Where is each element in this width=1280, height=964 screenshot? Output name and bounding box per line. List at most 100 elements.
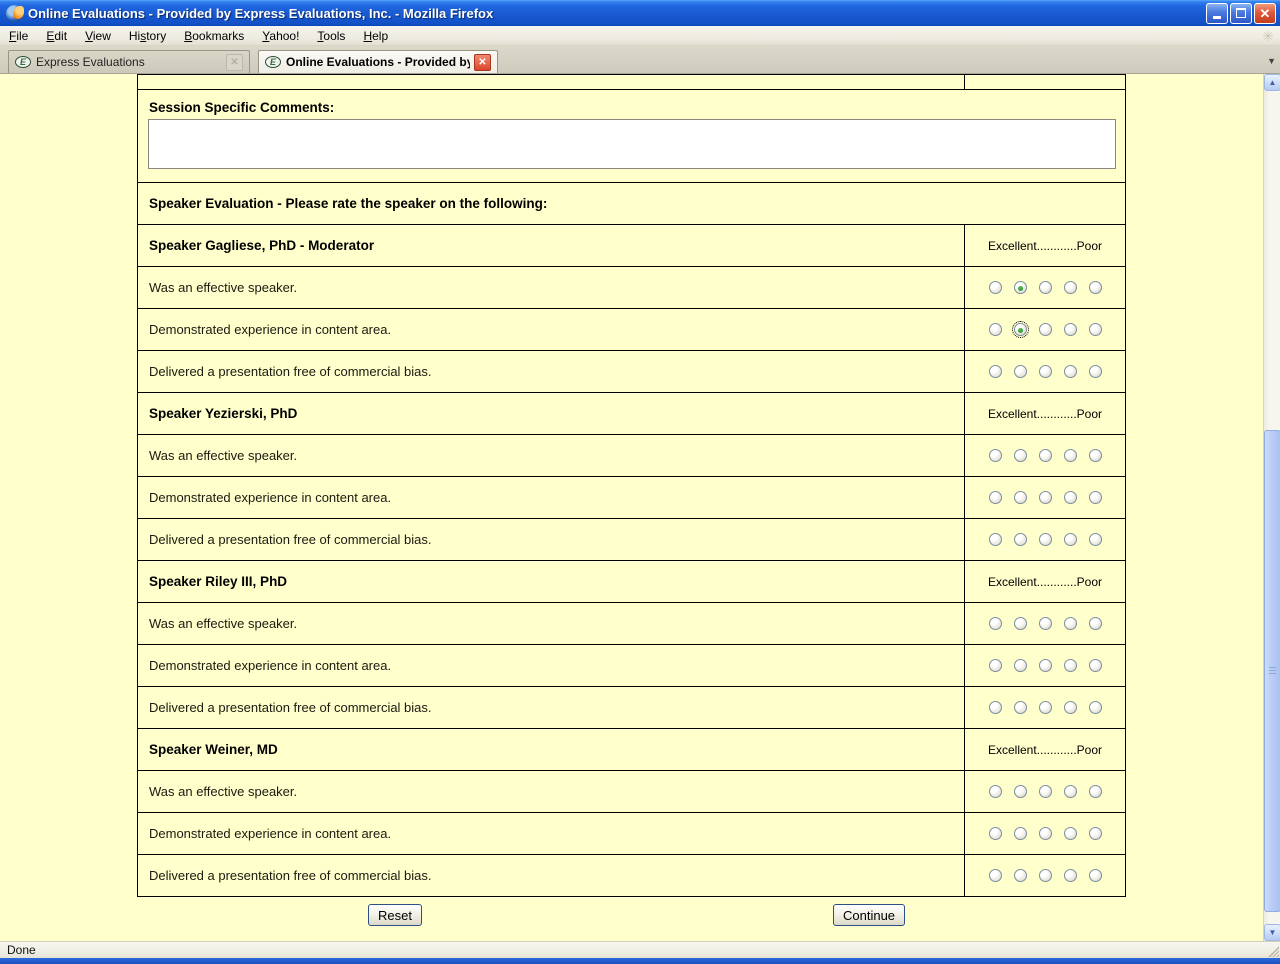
rating-radio[interactable]	[1039, 449, 1052, 462]
speaker-header-row: Speaker Weiner, MD Excellent............…	[138, 729, 1126, 771]
rating-radio[interactable]	[1014, 491, 1027, 504]
rating-radio[interactable]	[1064, 659, 1077, 672]
menu-item-help[interactable]: Help	[354, 27, 397, 45]
rating-radio[interactable]	[1039, 785, 1052, 798]
rating-radio[interactable]	[1089, 785, 1102, 798]
menu-item-history[interactable]: History	[120, 27, 175, 45]
minimize-button[interactable]	[1206, 3, 1228, 24]
rating-radio[interactable]	[1039, 869, 1052, 882]
rating-radio[interactable]	[1064, 281, 1077, 294]
tab-list-dropdown-icon[interactable]: ▼	[1267, 56, 1276, 66]
reset-button[interactable]: Reset	[368, 904, 422, 926]
vertical-scrollbar[interactable]: ▲ ▼	[1263, 74, 1280, 941]
rating-radio[interactable]	[1064, 491, 1077, 504]
radio-group	[965, 323, 1125, 336]
rating-radio[interactable]	[989, 617, 1002, 630]
scroll-up-icon[interactable]: ▲	[1264, 74, 1280, 91]
rating-radio[interactable]	[1089, 281, 1102, 294]
rating-radio[interactable]	[1014, 659, 1027, 672]
tab-online-evaluations[interactable]: E Online Evaluations - Provided by ... ✕	[258, 50, 498, 73]
question-label: Demonstrated experience in content area.	[138, 490, 964, 505]
comments-textarea[interactable]	[148, 119, 1116, 169]
rating-radio[interactable]	[989, 701, 1002, 714]
menu-item-edit[interactable]: Edit	[37, 27, 76, 45]
rating-radio[interactable]	[989, 785, 1002, 798]
rating-radio[interactable]	[1039, 617, 1052, 630]
scroll-down-icon[interactable]: ▼	[1264, 924, 1280, 941]
rating-row: Demonstrated experience in content area.	[138, 309, 1126, 351]
rating-radio[interactable]	[1014, 323, 1027, 336]
rating-radio[interactable]	[989, 491, 1002, 504]
rating-radio[interactable]	[1039, 533, 1052, 546]
rating-radio[interactable]	[1039, 659, 1052, 672]
rating-radio[interactable]	[1014, 533, 1027, 546]
scrollbar-thumb[interactable]	[1264, 430, 1280, 912]
rating-radio[interactable]	[1014, 701, 1027, 714]
rating-radio[interactable]	[1014, 785, 1027, 798]
rating-radio[interactable]	[1014, 281, 1027, 294]
rating-radio[interactable]	[989, 449, 1002, 462]
rating-radio[interactable]	[1089, 869, 1102, 882]
radio-group	[965, 617, 1125, 630]
rating-radio[interactable]	[1039, 281, 1052, 294]
rating-radio[interactable]	[1089, 491, 1102, 504]
radio-group	[965, 281, 1125, 294]
menu-item-file[interactable]: File	[0, 27, 37, 45]
rating-radio[interactable]	[1039, 827, 1052, 840]
rating-radio[interactable]	[1014, 365, 1027, 378]
rating-radio[interactable]	[989, 659, 1002, 672]
rating-radio[interactable]	[989, 533, 1002, 546]
rating-radio[interactable]	[1064, 785, 1077, 798]
menu-item-bookmarks[interactable]: Bookmarks	[175, 27, 253, 45]
menu-bar: FileEditViewHistoryBookmarksYahoo!ToolsH…	[0, 26, 1280, 46]
tab-close-icon[interactable]: ✕	[474, 54, 491, 71]
rating-radio[interactable]	[1064, 365, 1077, 378]
rating-row: Was an effective speaker.	[138, 771, 1126, 813]
tab-express-evaluations[interactable]: E Express Evaluations ✕	[8, 50, 250, 73]
rating-radio[interactable]	[1014, 449, 1027, 462]
status-bar: Done	[0, 941, 1280, 958]
rating-radio[interactable]	[1064, 701, 1077, 714]
radio-group	[965, 869, 1125, 882]
rating-radio[interactable]	[989, 323, 1002, 336]
rating-radio[interactable]	[989, 281, 1002, 294]
comments-row: Session Specific Comments:	[138, 90, 1126, 183]
close-button[interactable]: ✕	[1254, 3, 1276, 24]
rating-radio[interactable]	[1014, 827, 1027, 840]
rating-radio[interactable]	[1064, 617, 1077, 630]
menu-item-tools[interactable]: Tools	[308, 27, 354, 45]
resize-grip[interactable]	[1265, 943, 1279, 957]
rating-radio[interactable]	[1089, 617, 1102, 630]
rating-row: Delivered a presentation free of commerc…	[138, 351, 1126, 393]
rating-radio[interactable]	[1064, 323, 1077, 336]
menu-item-view[interactable]: View	[76, 27, 120, 45]
rating-radio[interactable]	[1014, 869, 1027, 882]
rating-radio[interactable]	[1039, 365, 1052, 378]
rating-radio[interactable]	[1014, 617, 1027, 630]
menu-item-yahoo[interactable]: Yahoo!	[253, 27, 308, 45]
rating-radio[interactable]	[1089, 365, 1102, 378]
rating-radio[interactable]	[989, 869, 1002, 882]
tab-close-icon[interactable]: ✕	[226, 54, 243, 71]
rating-radio[interactable]	[989, 365, 1002, 378]
site-favicon: E	[15, 56, 31, 68]
rating-radio[interactable]	[1039, 491, 1052, 504]
rating-radio[interactable]	[1089, 701, 1102, 714]
continue-button[interactable]: Continue	[833, 904, 905, 926]
restore-button[interactable]	[1230, 3, 1252, 24]
rating-radio[interactable]	[1064, 869, 1077, 882]
rating-radio[interactable]	[1089, 323, 1102, 336]
rating-radio[interactable]	[1089, 827, 1102, 840]
rating-radio[interactable]	[1039, 701, 1052, 714]
rating-radio[interactable]	[1089, 659, 1102, 672]
rating-radio[interactable]	[1089, 449, 1102, 462]
rating-radio[interactable]	[1039, 323, 1052, 336]
tab-bar: E Express Evaluations ✕ E Online Evaluat…	[0, 46, 1280, 74]
radio-group	[965, 533, 1125, 546]
rating-radio[interactable]	[989, 827, 1002, 840]
rating-radio[interactable]	[1064, 827, 1077, 840]
site-favicon: E	[265, 56, 281, 68]
rating-radio[interactable]	[1064, 533, 1077, 546]
rating-radio[interactable]	[1089, 533, 1102, 546]
rating-radio[interactable]	[1064, 449, 1077, 462]
